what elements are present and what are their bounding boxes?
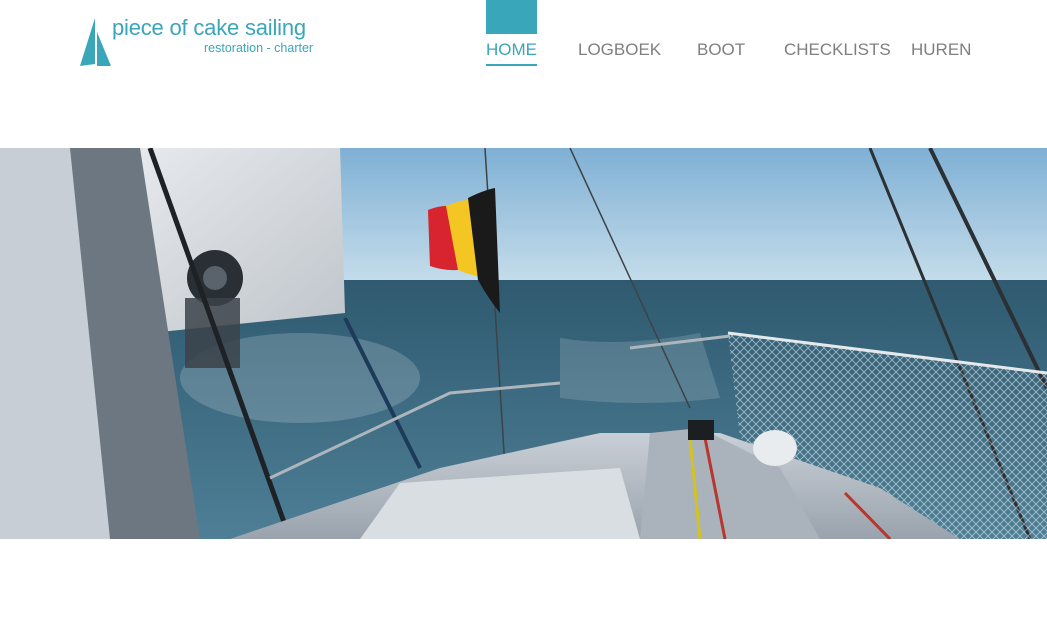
active-tab-indicator xyxy=(486,0,537,34)
active-tab-underline xyxy=(486,64,537,66)
nav-logboek[interactable]: LOGBOEK xyxy=(578,40,661,60)
sailboat-photo xyxy=(0,148,1047,539)
nav-huren[interactable]: HUREN xyxy=(911,40,971,60)
nav-boot[interactable]: BOOT xyxy=(697,40,745,60)
nav-checklists[interactable]: CHECKLISTS xyxy=(784,40,891,60)
hero-image xyxy=(0,148,1047,539)
main-nav: HOME LOGBOEK BOOT CHECKLISTS HUREN xyxy=(0,0,1047,80)
nav-home[interactable]: HOME xyxy=(486,40,537,60)
